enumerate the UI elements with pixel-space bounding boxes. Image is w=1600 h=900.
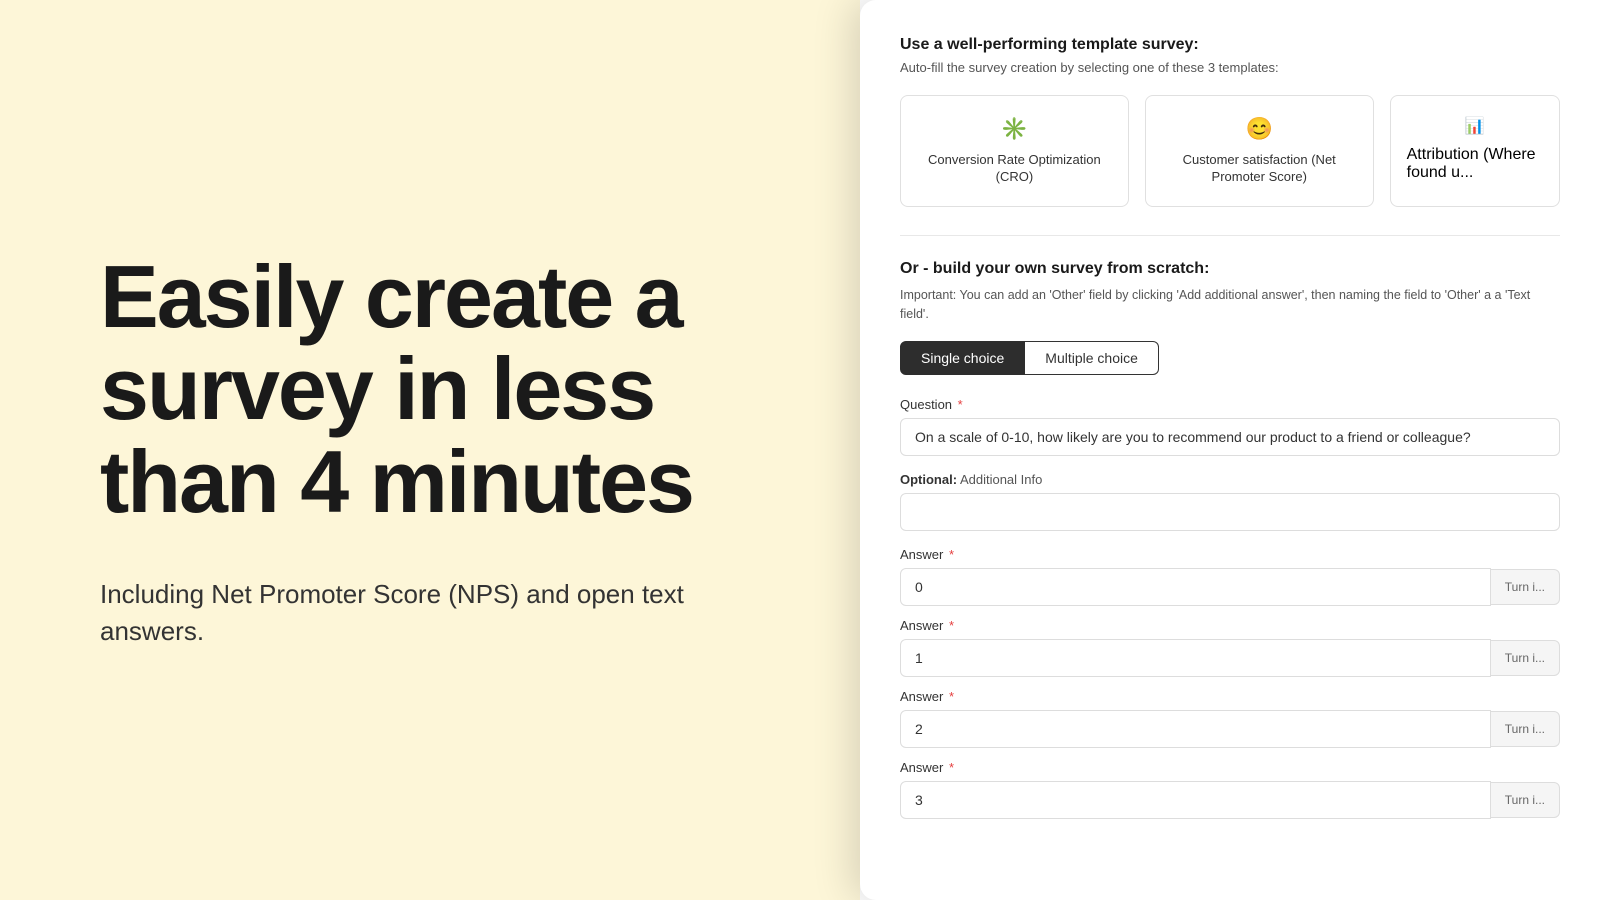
optional-label: Optional: Additional Info: [900, 472, 1560, 487]
answer-0-label: Answer *: [900, 547, 1560, 562]
hero-subtitle: Including Net Promoter Score (NPS) and o…: [100, 576, 700, 649]
nps-icon: 😊: [1246, 116, 1273, 142]
answers-section: Answer * Turn i... Answer * Turn i... An…: [900, 547, 1560, 819]
attribution-label: Attribution (Where found u...: [1407, 146, 1543, 182]
answer-row-0: Turn i...: [900, 568, 1560, 606]
turn-into-btn-2[interactable]: Turn i...: [1491, 711, 1560, 747]
answer-input-2[interactable]: [900, 710, 1491, 748]
build-section: Or - build your own survey from scratch:…: [900, 260, 1560, 820]
optional-row: Optional: Additional Info: [900, 472, 1560, 531]
templates-row: ✳️ Conversion Rate Optimization (CRO) 😊 …: [900, 95, 1560, 207]
answer-1-label: Answer *: [900, 618, 1560, 633]
template-subtext: Auto-fill the survey creation by selecti…: [900, 60, 1560, 75]
answer-3-label: Answer *: [900, 760, 1560, 775]
optional-input[interactable]: [900, 493, 1560, 531]
cro-label: Conversion Rate Optimization (CRO): [917, 152, 1112, 186]
multiple-choice-btn[interactable]: Multiple choice: [1025, 341, 1159, 375]
template-card-attribution[interactable]: 📊 Attribution (Where found u...: [1390, 95, 1560, 207]
answer-row-1: Turn i...: [900, 639, 1560, 677]
answer-row-2: Turn i...: [900, 710, 1560, 748]
turn-into-btn-0[interactable]: Turn i...: [1491, 569, 1560, 605]
question-label: Question *: [900, 397, 1560, 412]
right-panel: Use a well-performing template survey: A…: [860, 0, 1600, 900]
hero-title: Easily create a survey in less than 4 mi…: [100, 251, 760, 528]
attribution-icon: 📊: [1465, 116, 1485, 136]
nps-label: Customer satisfaction (Net Promoter Scor…: [1162, 152, 1357, 186]
template-card-nps[interactable]: 😊 Customer satisfaction (Net Promoter Sc…: [1145, 95, 1374, 207]
left-panel: Easily create a survey in less than 4 mi…: [0, 0, 860, 900]
turn-into-btn-3[interactable]: Turn i...: [1491, 782, 1560, 818]
single-choice-btn[interactable]: Single choice: [900, 341, 1025, 375]
answer-input-3[interactable]: [900, 781, 1491, 819]
template-card-cro[interactable]: ✳️ Conversion Rate Optimization (CRO): [900, 95, 1129, 207]
answer-input-1[interactable]: [900, 639, 1491, 677]
optional-subtext: Additional Info: [960, 472, 1042, 487]
turn-into-btn-1[interactable]: Turn i...: [1491, 640, 1560, 676]
build-note: Important: You can add an 'Other' field …: [900, 286, 1560, 324]
answer-row-3: Turn i...: [900, 781, 1560, 819]
template-heading: Use a well-performing template survey:: [900, 36, 1560, 54]
answer-2-label: Answer *: [900, 689, 1560, 704]
choice-toggle-group: Single choice Multiple choice: [900, 341, 1560, 375]
build-heading: Or - build your own survey from scratch:: [900, 260, 1560, 278]
question-required-mark: *: [954, 397, 963, 412]
template-section: Use a well-performing template survey: A…: [900, 36, 1560, 207]
cro-icon: ✳️: [1001, 116, 1028, 142]
section-divider: [900, 235, 1560, 236]
answer-input-0[interactable]: [900, 568, 1491, 606]
question-input[interactable]: [900, 418, 1560, 456]
